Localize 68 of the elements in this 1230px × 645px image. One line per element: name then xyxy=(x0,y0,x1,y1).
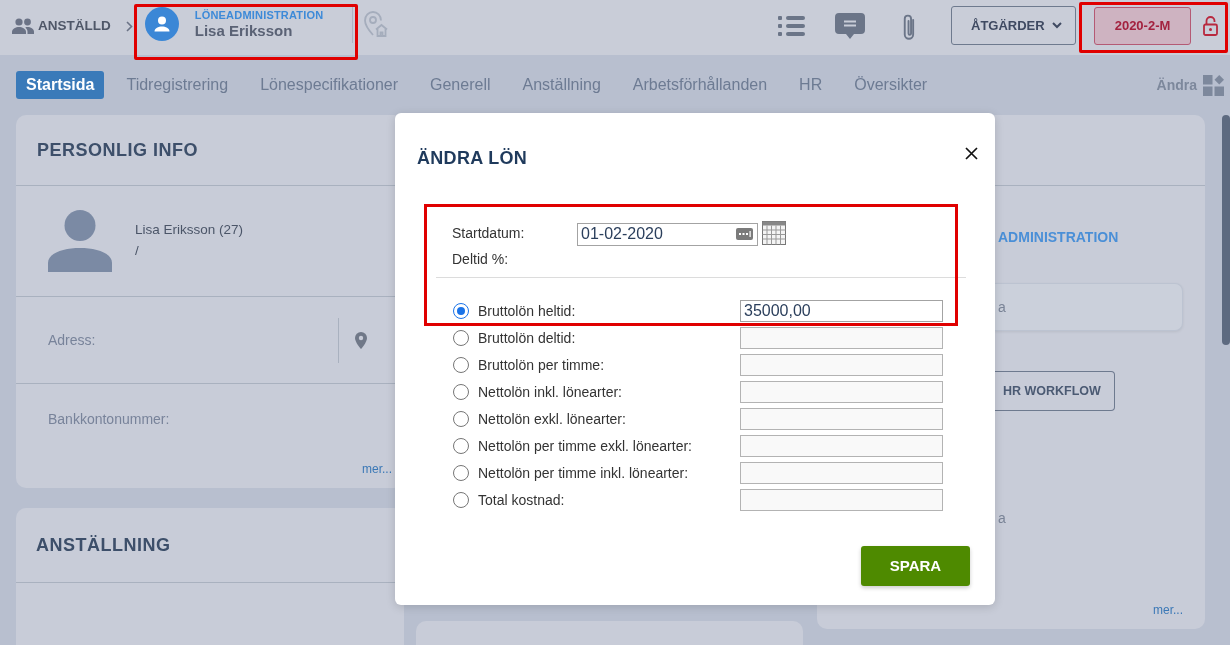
employee-name: Lisa Eriksson xyxy=(194,21,294,40)
period-button[interactable]: 2020-2-M xyxy=(1094,6,1191,45)
padlock-icon[interactable] xyxy=(1203,15,1218,36)
tab[interactable]: HR xyxy=(789,71,833,99)
radio-button[interactable] xyxy=(453,411,469,427)
tab[interactable]: Översikter xyxy=(844,71,938,99)
note-text: a xyxy=(998,510,1007,526)
amount-field[interactable]: 35000,00 xyxy=(740,300,943,322)
option-label: Bruttolön heltid: xyxy=(478,301,577,321)
tab[interactable]: Anställning xyxy=(512,71,611,99)
radio-button[interactable] xyxy=(453,384,469,400)
calendar-icon[interactable] xyxy=(762,220,786,245)
option-label: Nettolön per timme exkl. lönearter: xyxy=(478,436,693,456)
actions-dropdown-button[interactable]: ÅTGÄRDER xyxy=(951,6,1076,45)
tab[interactable]: Generell xyxy=(420,71,501,99)
chevron-right-icon xyxy=(125,20,133,32)
breadcrumb-link[interactable]: ANSTÄLLD xyxy=(38,15,111,37)
field-label: Adress: xyxy=(48,330,96,350)
amount-field[interactable] xyxy=(740,381,943,403)
tab[interactable]: Startsida xyxy=(16,71,105,99)
radio-button[interactable] xyxy=(453,438,469,454)
close-icon xyxy=(965,147,978,160)
map-pin-icon[interactable] xyxy=(355,331,367,349)
people-icon xyxy=(12,18,34,34)
amount-field[interactable] xyxy=(740,489,943,511)
amount-field[interactable] xyxy=(740,462,943,484)
card-title: PERSONLIG INFO xyxy=(37,138,198,162)
card-text: a xyxy=(998,297,1006,317)
radio-button[interactable] xyxy=(453,303,469,319)
card-title: ANSTÄLLNING xyxy=(36,533,171,557)
save-button[interactable]: SPARA xyxy=(861,546,970,586)
section-heading: ADMINISTRATION xyxy=(998,228,1120,246)
option-label: Bruttolön per timme: xyxy=(478,355,606,375)
radio-button[interactable] xyxy=(453,492,469,508)
section-label: LÖNEADMINISTRATION xyxy=(194,8,324,22)
field-label: Deltid %: xyxy=(452,249,509,269)
radio-button[interactable] xyxy=(453,465,469,481)
field-label: Bankkontonummer: xyxy=(48,409,170,429)
option-label: Total kostnad: xyxy=(478,490,566,510)
chevron-down-icon xyxy=(1052,22,1062,29)
more-link[interactable]: mer... xyxy=(1153,601,1183,619)
dialog-title: ÄNDRA LÖN xyxy=(417,147,528,169)
amount-field[interactable] xyxy=(740,354,943,376)
tab[interactable]: Tidregistrering xyxy=(116,71,239,99)
field-label: Startdatum: xyxy=(452,224,526,243)
tab[interactable]: Lönespecifikationer xyxy=(250,71,408,99)
layout-grid-icon xyxy=(1203,74,1224,96)
amount-field[interactable] xyxy=(740,408,943,430)
radio-button[interactable] xyxy=(453,330,469,346)
user-silhouette-icon xyxy=(48,210,112,272)
option-label: Nettolön per timme inkl. lönearter: xyxy=(478,463,690,483)
scrollbar-thumb[interactable] xyxy=(1222,115,1230,345)
radio-button[interactable] xyxy=(453,357,469,373)
edit-layout-button[interactable]: Ändra xyxy=(1156,74,1224,96)
option-label: Nettolön inkl. lönearter: xyxy=(478,382,623,402)
person-subline: / xyxy=(135,242,140,260)
close-button[interactable] xyxy=(965,147,978,160)
person-name: Lisa Eriksson (27) xyxy=(135,221,244,239)
avatar-icon xyxy=(144,7,179,41)
tab[interactable]: Arbetsförhållanden xyxy=(622,71,778,99)
option-label: Nettolön exkl. lönearter: xyxy=(478,409,627,429)
date-field[interactable]: 01-02-2020 xyxy=(577,222,758,246)
list-icon[interactable] xyxy=(778,14,805,37)
amount-field[interactable] xyxy=(740,435,943,457)
amount-field[interactable] xyxy=(740,327,943,349)
option-label: Bruttolön deltid: xyxy=(478,328,577,348)
chat-icon[interactable] xyxy=(835,12,865,39)
more-link[interactable]: mer... xyxy=(362,460,392,478)
